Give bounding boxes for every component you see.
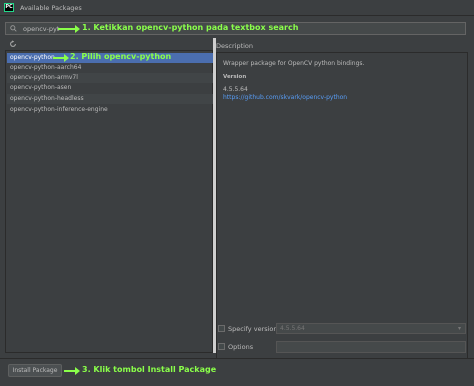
description-box: Wrapper package for OpenCV python bindin… [216, 52, 468, 359]
specify-version-label: Specify version [228, 325, 278, 333]
options-label: Options [228, 343, 254, 351]
annotation-step-3: 3. Klik tombol Install Package [82, 365, 217, 374]
search-value[interactable]: opencv-pyt [23, 25, 59, 33]
title-bar: PC Available Packages [0, 0, 474, 16]
options-checkbox[interactable] [218, 343, 225, 350]
annotation-arrow-1 [58, 25, 80, 33]
description-panel: Description Wrapper package for OpenCV p… [216, 40, 469, 359]
package-item-opencv-python-aarch64[interactable]: opencv-python-aarch64 [7, 63, 213, 73]
version-select-value: 4.5.5.64 [280, 325, 305, 332]
package-item-opencv-python-headless[interactable]: opencv-python-headless [7, 94, 213, 104]
window-title: Available Packages [20, 4, 82, 12]
description-text: Wrapper package for OpenCV python bindin… [223, 60, 365, 67]
package-item-opencv-python-asen[interactable]: opencv-python-asen [7, 83, 213, 93]
bottom-separator [0, 358, 474, 359]
annotation-arrow-3 [64, 367, 80, 375]
refresh-icon[interactable] [9, 40, 17, 48]
pycharm-icon: PC [4, 3, 14, 12]
package-item-opencv-python-inference-engine[interactable]: opencv-python-inference-engine [7, 105, 213, 115]
install-package-button[interactable]: Install Package [8, 364, 62, 377]
version-value: 4.5.5.64 [223, 86, 248, 93]
description-label: Description [216, 42, 254, 50]
annotation-step-2: 2. Pilih opencv-python [70, 52, 172, 61]
package-list: opencv-python opencv-python-aarch64 open… [5, 50, 213, 353]
homepage-link[interactable]: https://github.com/skvark/opencv-python [223, 94, 347, 101]
specify-version-checkbox[interactable] [218, 325, 225, 332]
annotation-step-1: 1. Ketikkan opencv-python pada textbox s… [82, 23, 299, 32]
annotation-arrow-2 [53, 54, 69, 62]
version-select[interactable]: 4.5.5.64 ▾ [276, 323, 466, 334]
chevron-down-icon: ▾ [457, 325, 461, 332]
version-label: Version [223, 74, 247, 80]
search-icon [10, 25, 17, 32]
options-input[interactable] [276, 341, 466, 353]
package-item-opencv-python-armv7l[interactable]: opencv-python-armv7l [7, 73, 213, 83]
